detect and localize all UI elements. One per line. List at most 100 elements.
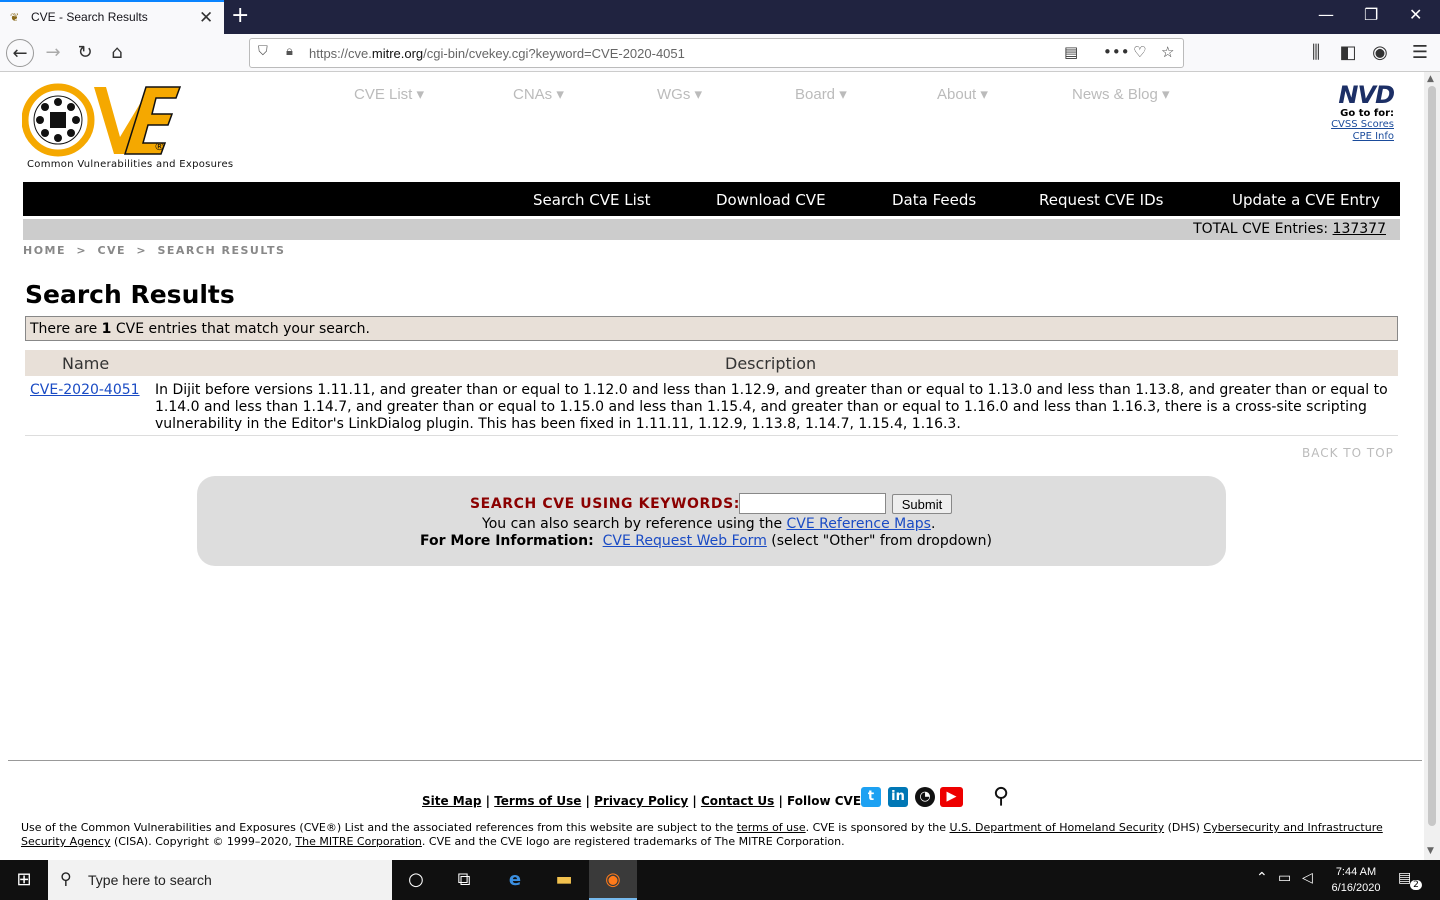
menu-data-feeds[interactable]: Data Feeds — [892, 191, 976, 209]
taskbar-search-placeholder: Type here to search — [88, 872, 212, 888]
bookmark-star-icon[interactable]: ☆ — [1161, 43, 1174, 61]
keyword-search-panel: SEARCH CVE USING KEYWORDS: Submit You ca… — [197, 476, 1226, 566]
scroll-up-icon[interactable]: ▲ — [1427, 74, 1434, 84]
match-count-text: There are 1 CVE entries that match your … — [30, 321, 370, 337]
page-actions-icon[interactable]: ••• — [1103, 43, 1130, 61]
search-icon[interactable]: ⚲ — [993, 784, 1009, 809]
nav-news-blog[interactable]: News & Blog ▾ — [1072, 85, 1170, 103]
match-count-box: There are 1 CVE entries that match your … — [25, 316, 1398, 341]
scrollbar-thumb[interactable] — [1428, 86, 1436, 826]
breadcrumb: HOME > CVE > SEARCH RESULTS — [23, 244, 290, 257]
menu-icon[interactable]: ☰ — [1406, 39, 1434, 67]
breadcrumb-cve[interactable]: CVE — [97, 244, 126, 257]
nav-cve-list[interactable]: CVE List ▾ — [354, 85, 424, 103]
menu-download-cve[interactable]: Download CVE — [716, 191, 826, 209]
account-icon[interactable]: ◉ — [1366, 39, 1394, 67]
mitre-link[interactable]: The MITRE Corporation — [295, 835, 421, 848]
back-to-top-link[interactable]: BACK TO TOP — [1302, 446, 1394, 460]
nav-about[interactable]: About ▾ — [937, 85, 988, 103]
nav-cnas[interactable]: CNAs ▾ — [513, 85, 564, 103]
tab-bar: ❦ CVE - Search Results ✕ + — ❐ ✕ — [0, 0, 1440, 34]
tab-title: CVE - Search Results — [31, 10, 148, 24]
site-map-link[interactable]: Site Map — [422, 794, 481, 808]
more-information-text: For More Information: CVE Request Web Fo… — [420, 533, 992, 549]
web-page: ® Common Vulnerabilities and Exposures C… — [0, 72, 1424, 860]
sidebar-icon[interactable]: ◧ — [1334, 39, 1362, 67]
cve-id-link[interactable]: CVE-2020-4051 — [30, 382, 140, 398]
terms-of-use-link[interactable]: Terms of Use — [494, 794, 581, 808]
breadcrumb-sep: > — [136, 244, 148, 257]
cve-reference-maps-link[interactable]: CVE Reference Maps — [787, 516, 931, 532]
nvd-logo[interactable]: NVD — [1312, 82, 1395, 108]
breadcrumb-current: SEARCH RESULTS — [157, 244, 286, 257]
menu-search-cve-list[interactable]: Search CVE List — [533, 191, 651, 209]
column-header-description: Description — [725, 354, 817, 373]
new-tab-icon[interactable]: + — [231, 3, 249, 28]
reader-view-icon[interactable]: ▤ — [1064, 43, 1078, 61]
pocket-icon[interactable]: ♡ — [1133, 43, 1146, 61]
nav-wgs[interactable]: WGs ▾ — [657, 85, 702, 103]
nav-board[interactable]: Board ▾ — [795, 85, 847, 103]
results-table-header: Name Description — [25, 350, 1398, 376]
network-icon[interactable]: ▭ — [1278, 870, 1291, 886]
youtube-icon[interactable]: ▶ — [940, 787, 963, 807]
minimize-icon[interactable]: — — [1318, 5, 1334, 24]
library-icon[interactable]: ⫼ — [1302, 39, 1330, 67]
cortana-icon[interactable]: ○ — [392, 860, 440, 900]
github-icon[interactable]: ◔ — [915, 787, 935, 807]
svg-text:®: ® — [154, 140, 165, 153]
page-title: Search Results — [25, 280, 235, 309]
clock-date: 6/16/2020 — [1331, 882, 1381, 894]
close-tab-icon[interactable]: ✕ — [199, 8, 213, 28]
scroll-down-icon[interactable]: ▼ — [1427, 846, 1434, 856]
nvd-panel: NVD Go to for: CVSS Scores CPE Info — [1312, 82, 1395, 143]
terms-of-use-inline-link[interactable]: terms of use — [737, 821, 806, 834]
dhs-link[interactable]: U.S. Department of Homeland Security — [950, 821, 1165, 834]
back-icon[interactable]: ← — [6, 39, 34, 67]
lock-icon[interactable]: 🔒︎ — [286, 44, 293, 59]
clock-time: 7:44 AM — [1335, 866, 1377, 878]
edge-icon[interactable]: e — [491, 860, 539, 900]
home-icon[interactable]: ⌂ — [103, 39, 131, 67]
main-menu-bar: Search CVE List Download CVE Data Feeds … — [23, 182, 1400, 216]
twitter-icon[interactable]: t — [861, 787, 881, 807]
firefox-icon[interactable]: ◉ — [589, 860, 637, 900]
reload-icon[interactable]: ↻ — [71, 39, 99, 67]
notification-count: 2 — [1410, 880, 1422, 890]
breadcrumb-home[interactable]: HOME — [23, 244, 66, 257]
restore-icon[interactable]: ❐ — [1364, 5, 1378, 24]
file-explorer-icon[interactable]: ▬ — [540, 860, 588, 900]
cpe-info-link[interactable]: CPE Info — [1312, 131, 1394, 143]
volume-muted-icon[interactable]: ◁ — [1302, 870, 1313, 886]
menu-request-cve-ids[interactable]: Request CVE IDs — [1039, 191, 1163, 209]
windows-start-icon[interactable]: ⊞ — [0, 860, 48, 900]
address-bar[interactable]: ⛉ 🔒︎ https://cve.mitre.org/cgi-bin/cveke… — [249, 38, 1184, 68]
cvss-scores-link[interactable]: CVSS Scores — [1312, 119, 1394, 131]
page-scrollbar[interactable]: ▲ ▼ — [1424, 72, 1440, 860]
cve-description: In Dijit before versions 1.11.11, and gr… — [155, 382, 1388, 432]
contact-us-link[interactable]: Contact Us — [701, 794, 774, 808]
window-close-icon[interactable]: ✕ — [1409, 5, 1422, 24]
tray-chevron-icon[interactable]: ⌃ — [1256, 870, 1268, 886]
logo-subtitle: Common Vulnerabilities and Exposures — [27, 159, 234, 170]
browser-tab[interactable]: ❦ CVE - Search Results ✕ — [0, 0, 224, 34]
browser-toolbar: ← → ↻ ⌂ ⛉ 🔒︎ https://cve.mitre.org/cgi-b… — [0, 34, 1440, 72]
follow-cve-label: Follow CVE — [787, 794, 862, 808]
total-entries-link[interactable]: 137377 — [1333, 221, 1386, 237]
keyword-search-input[interactable] — [739, 493, 886, 514]
url-text[interactable]: https://cve.mitre.org/cgi-bin/cvekey.cgi… — [309, 46, 685, 61]
taskbar-clock[interactable]: 7:44 AM 6/16/2020 — [1326, 864, 1386, 896]
linkedin-icon[interactable]: in — [888, 787, 908, 807]
submit-button[interactable]: Submit — [892, 494, 952, 514]
privacy-policy-link[interactable]: Privacy Policy — [594, 794, 688, 808]
column-header-name: Name — [62, 354, 110, 373]
breadcrumb-sep: > — [76, 244, 88, 257]
menu-update-cve-entry[interactable]: Update a CVE Entry — [1232, 191, 1380, 209]
table-row: CVE-2020-4051 In Dijit before versions 1… — [25, 380, 1398, 436]
keyword-search-label: SEARCH CVE USING KEYWORDS: — [470, 496, 740, 512]
cve-request-web-form-link[interactable]: CVE Request Web Form — [603, 533, 767, 549]
forward-icon[interactable]: → — [39, 39, 67, 67]
task-view-icon[interactable]: ⧉ — [440, 860, 488, 900]
tracking-shield-icon[interactable]: ⛉ — [258, 44, 268, 59]
taskbar-search-box[interactable]: ⚲ Type here to search — [48, 860, 392, 900]
